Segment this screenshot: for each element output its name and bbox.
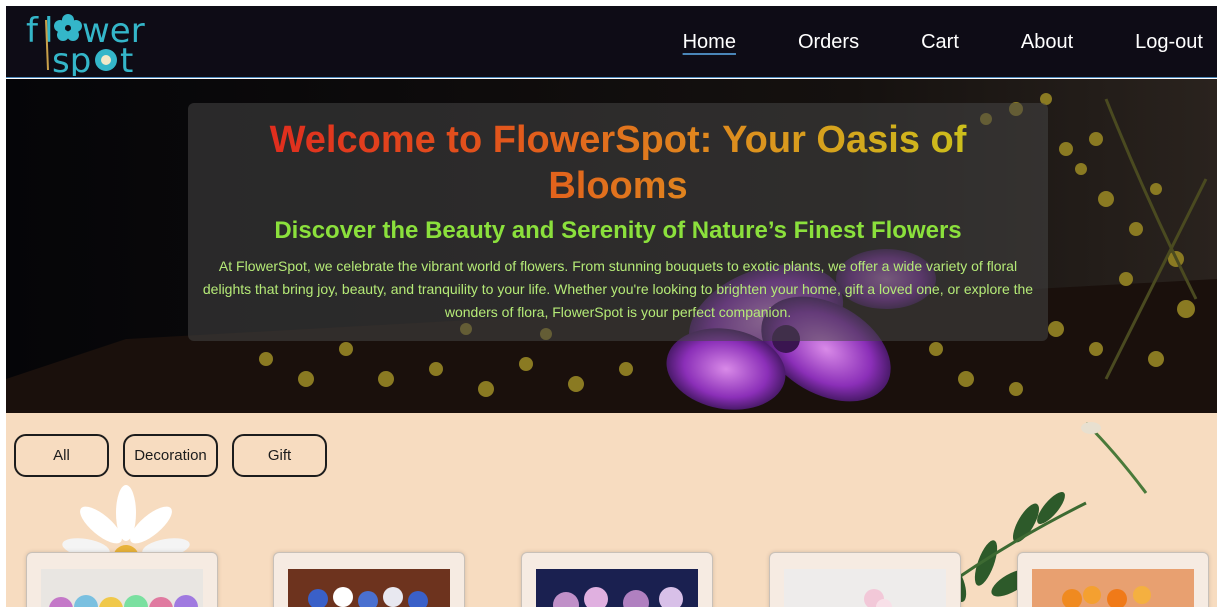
product-card[interactable] <box>26 552 218 607</box>
category-filter-bar: All Decoration Gift <box>14 434 341 477</box>
products-section: All Decoration Gift <box>6 413 1217 607</box>
product-image <box>288 569 450 607</box>
filter-decoration-button[interactable]: Decoration <box>123 434 218 477</box>
product-card[interactable] <box>521 552 713 607</box>
svg-text:wer: wer <box>82 11 145 51</box>
hero-title: Welcome to FlowerSpot: Your Oasis of Blo… <box>228 117 1008 209</box>
svg-text:f: f <box>26 11 39 51</box>
svg-text:t: t <box>120 41 133 76</box>
hero-description: At FlowerSpot, we celebrate the vibrant … <box>202 258 1034 320</box>
filter-all-button[interactable]: All <box>14 434 109 477</box>
svg-text:sp: sp <box>52 41 91 76</box>
product-card[interactable] <box>273 552 465 607</box>
hero-section: Welcome to FlowerSpot: Your Oasis of Blo… <box>6 79 1217 413</box>
nav-about[interactable]: About <box>1021 31 1073 54</box>
product-image <box>784 569 946 607</box>
product-card[interactable] <box>769 552 961 607</box>
product-image <box>536 569 698 607</box>
nav-links: Home Orders Cart About Log-out <box>621 6 1203 78</box>
product-card[interactable] <box>1017 552 1209 607</box>
flowerspot-logo[interactable]: f l wer sp t <box>24 10 154 81</box>
nav-logout[interactable]: Log-out <box>1135 31 1203 54</box>
hero-card: Welcome to FlowerSpot: Your Oasis of Blo… <box>188 103 1048 341</box>
nav-orders[interactable]: Orders <box>798 31 859 54</box>
filter-gift-button[interactable]: Gift <box>232 434 327 477</box>
nav-home[interactable]: Home <box>683 31 736 54</box>
product-image <box>41 569 203 607</box>
hero-subtitle: Discover the Beauty and Serenity of Natu… <box>274 217 962 244</box>
nav-cart[interactable]: Cart <box>921 31 959 54</box>
product-image <box>1032 569 1194 607</box>
navbar: f l wer sp t Home Orders Cart About Log-… <box>6 6 1217 81</box>
